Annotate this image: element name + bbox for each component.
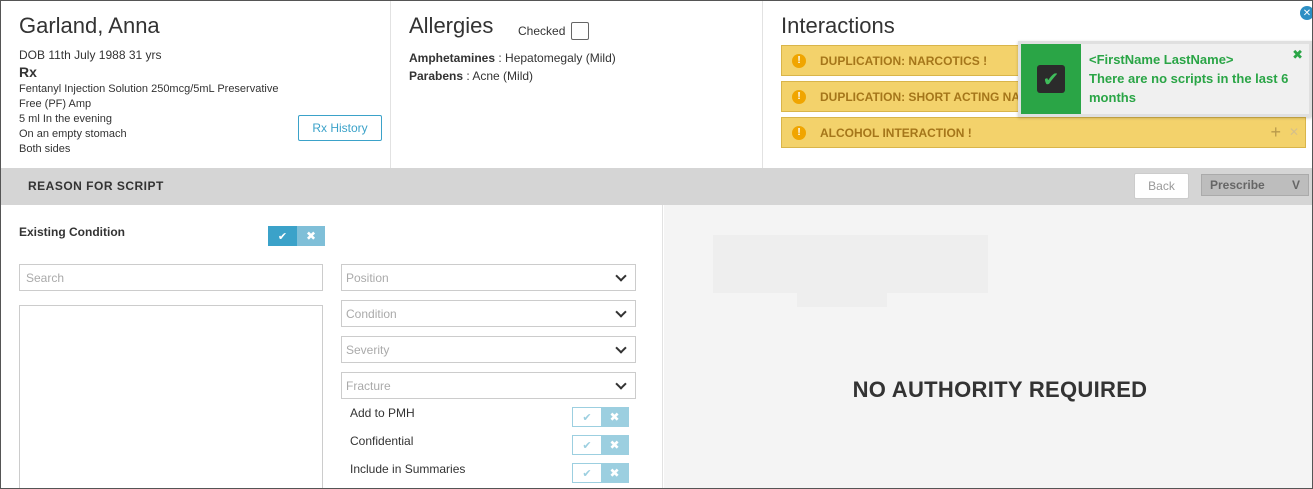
rx-drug: Fentanyl Injection Solution 250mcg/5mL P… xyxy=(19,83,279,110)
reason-bar: REASON FOR SCRIPT Back Prescribe V xyxy=(1,168,1312,205)
check-icon: ✔ xyxy=(573,408,601,426)
chevron-down-icon xyxy=(615,269,627,282)
reason-title: REASON FOR SCRIPT xyxy=(28,179,164,193)
checkbox-checked-icon: ✔ xyxy=(1037,65,1065,93)
check-icon: ✔ xyxy=(573,436,601,454)
interaction-label: DUPLICATION: NARCOTICS ! xyxy=(820,53,988,68)
close-icon[interactable]: ✕ xyxy=(1300,6,1312,20)
condition-select[interactable]: Condition xyxy=(341,300,636,327)
allergy-substance: Parabens xyxy=(409,69,464,83)
include-in-summaries-label: Include in Summaries xyxy=(350,462,466,476)
allergy-item: Parabens : Acne (Mild) xyxy=(409,67,744,85)
app-window: Garland, Anna DOB 11th July 1988 31 yrs … xyxy=(0,0,1313,489)
close-icon[interactable]: ✖ xyxy=(1292,47,1303,63)
confidential-toggle[interactable]: ✔ ✖ xyxy=(572,435,629,455)
rx-details: Fentanyl Injection Solution 250mcg/5mL P… xyxy=(19,82,299,157)
toast-text: There are no scripts in the last 6 month… xyxy=(1089,71,1289,105)
exclamation-icon: ! xyxy=(792,53,806,68)
allergy-reaction: : Acne (Mild) xyxy=(463,69,534,83)
select-placeholder: Position xyxy=(346,270,389,285)
checked-label: Checked xyxy=(518,24,566,38)
add-to-pmh-label: Add to PMH xyxy=(350,406,415,420)
interactions-title: Interactions xyxy=(781,13,895,38)
select-placeholder: Fracture xyxy=(346,378,391,393)
chevron-down-icon xyxy=(615,377,627,390)
cross-icon: ✖ xyxy=(600,408,628,426)
allergy-list: Amphetamines : Hepatomegaly (Mild) Parab… xyxy=(409,49,744,85)
allergy-substance: Amphetamines xyxy=(409,51,496,65)
prescribe-caret: V xyxy=(1291,178,1300,192)
select-placeholder: Condition xyxy=(346,306,397,321)
search-input[interactable] xyxy=(19,264,323,291)
allergies-checked-checkbox[interactable] xyxy=(571,22,590,40)
patient-panel: Garland, Anna DOB 11th July 1988 31 yrs … xyxy=(1,1,391,168)
severity-select[interactable]: Severity xyxy=(341,336,636,363)
interaction-label: ALCOHOL INTERACTION ! xyxy=(820,125,972,140)
close-icon[interactable]: ✕ xyxy=(1289,125,1299,139)
check-icon: ✔ xyxy=(573,464,601,482)
cross-icon: ✖ xyxy=(600,464,628,482)
cross-icon: ✖ xyxy=(297,226,325,246)
toast-name: <FirstName LastName> xyxy=(1089,52,1234,67)
allergies-title: Allergies xyxy=(409,13,494,38)
chevron-down-icon xyxy=(615,305,627,318)
add-to-pmh-toggle[interactable]: ✔ ✖ xyxy=(572,407,629,427)
prescribe-label: Prescribe xyxy=(1210,178,1265,192)
check-icon: ✔ xyxy=(268,226,297,246)
allergies-panel: Allergies Checked Amphetamines : Hepatom… xyxy=(391,1,763,168)
authority-status: NO AUTHORITY REQUIRED xyxy=(852,377,1148,402)
exclamation-icon: ! xyxy=(792,89,806,104)
toast-message: <FirstName LastName> There are no script… xyxy=(1081,44,1309,114)
interaction-alert[interactable]: ! ALCOHOL INTERACTION ! + ✕ xyxy=(781,117,1306,148)
fracture-select[interactable]: Fracture xyxy=(341,372,636,399)
toast-icon-area: ✔ xyxy=(1021,44,1081,114)
position-select[interactable]: Position xyxy=(341,264,636,291)
placeholder-block xyxy=(713,235,988,293)
rx-heading: Rx xyxy=(19,64,37,80)
existing-condition-label: Existing Condition xyxy=(19,225,125,239)
confidential-label: Confidential xyxy=(350,434,414,448)
existing-condition-toggle[interactable]: ✔ ✖ xyxy=(268,226,325,246)
patient-dob: DOB 11th July 1988 31 yrs xyxy=(19,48,162,62)
patient-name: Garland, Anna xyxy=(19,13,160,38)
condition-list[interactable] xyxy=(19,305,323,488)
authority-panel: NO AUTHORITY REQUIRED xyxy=(664,205,1312,488)
allergies-checked: Checked xyxy=(518,22,590,40)
cross-icon: ✖ xyxy=(600,436,628,454)
back-button[interactable]: Back xyxy=(1134,173,1189,199)
allergy-item: Amphetamines : Hepatomegaly (Mild) xyxy=(409,49,744,67)
rx-history-button[interactable]: Rx History xyxy=(298,115,382,141)
allergy-reaction: : Hepatomegaly (Mild) xyxy=(495,51,616,65)
rx-dose: 5 ml In the evening xyxy=(19,113,112,125)
toast-notification: ✔ <FirstName LastName> There are no scri… xyxy=(1018,41,1312,117)
reason-form: Existing Condition ✔ ✖ Position Conditio… xyxy=(1,205,663,488)
rx-instruction: On an empty stomach xyxy=(19,128,127,140)
exclamation-icon: ! xyxy=(792,125,806,140)
rx-site: Both sides xyxy=(19,143,71,155)
chevron-down-icon xyxy=(615,341,627,354)
plus-icon[interactable]: + xyxy=(1270,122,1281,143)
placeholder-block xyxy=(797,293,887,307)
prescribe-button[interactable]: Prescribe V xyxy=(1201,174,1309,196)
include-in-summaries-toggle[interactable]: ✔ ✖ xyxy=(572,463,629,483)
select-placeholder: Severity xyxy=(346,342,390,357)
